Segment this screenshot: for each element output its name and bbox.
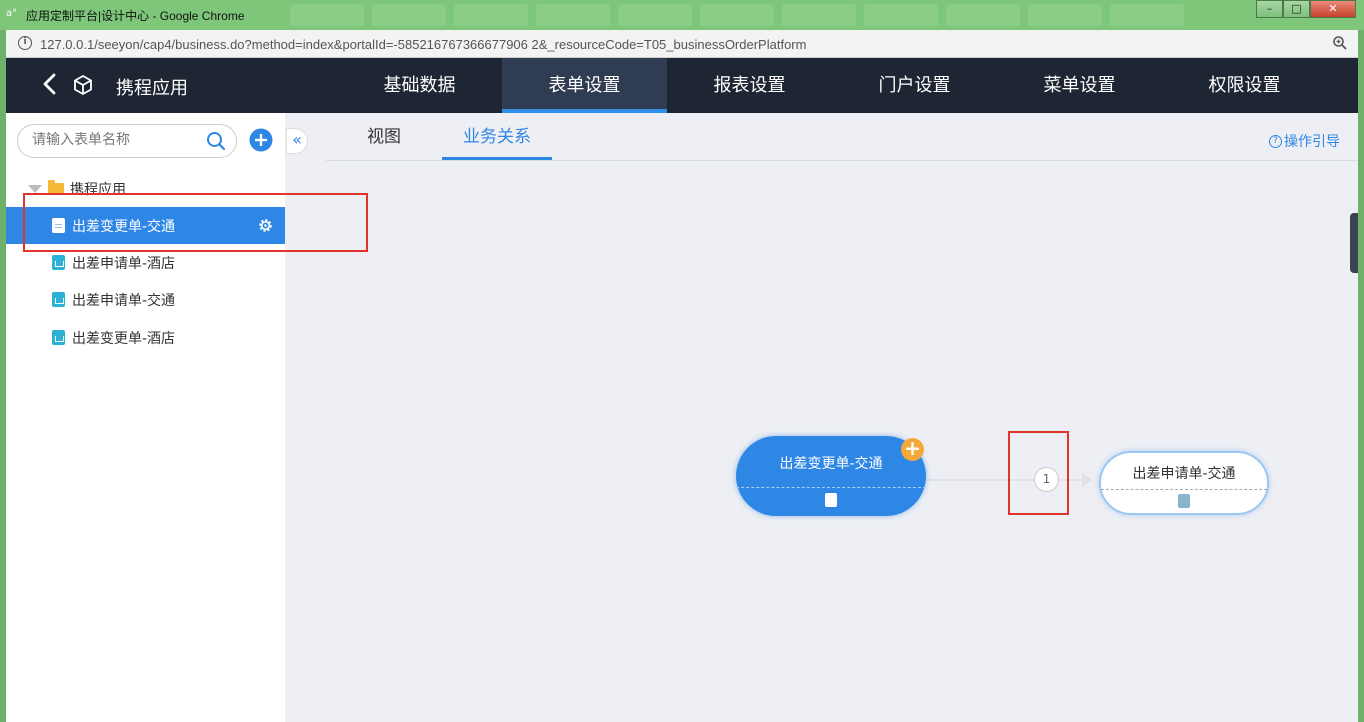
nav-tab-permission-settings[interactable]: 权限设置	[1162, 58, 1327, 113]
form-doc-icon	[52, 255, 65, 270]
highlight-box	[1008, 431, 1069, 515]
background-tab[interactable]	[290, 4, 364, 26]
form-doc-icon	[825, 493, 837, 507]
background-tab[interactable]	[1028, 4, 1102, 26]
node-divider	[1101, 489, 1267, 490]
nav-tab-form-settings[interactable]: 表单设置	[502, 58, 667, 113]
close-icon[interactable]: ✕	[1310, 0, 1356, 18]
background-tab[interactable]	[618, 4, 692, 26]
caret-down-icon[interactable]	[28, 185, 42, 193]
background-tab[interactable]	[946, 4, 1020, 26]
add-form-button[interactable]	[249, 128, 273, 156]
add-relation-button[interactable]: +	[901, 438, 924, 461]
url-text[interactable]: 127.0.0.1/seeyon/cap4/business.do?method…	[40, 37, 806, 52]
highlight-box	[23, 193, 368, 252]
tab-view[interactable]: 视图	[326, 113, 442, 161]
background-tab[interactable]	[864, 4, 938, 26]
background-tab[interactable]	[372, 4, 446, 26]
maximize-icon[interactable]: □	[1283, 0, 1310, 18]
minimize-icon[interactable]: –	[1256, 0, 1283, 18]
window-controls: – □ ✕	[1256, 0, 1356, 18]
search-icon[interactable]	[206, 131, 226, 155]
tree-item[interactable]: 出差变更单-酒店	[6, 319, 285, 356]
tree-item-label: 出差申请单-酒店	[72, 255, 176, 272]
background-tab[interactable]	[454, 4, 528, 26]
target-form-node[interactable]: 出差申请单-交通	[1099, 451, 1269, 515]
back-arrow-icon[interactable]	[40, 72, 60, 100]
tree-item-label: 出差变更单-酒店	[72, 330, 176, 347]
guide-label: 操作引导	[1284, 134, 1340, 150]
collapse-sidebar-button[interactable]: «	[286, 128, 308, 154]
top-nav: 携程应用 基础数据 表单设置 报表设置 门户设置 菜单设置 权限设置	[6, 58, 1358, 113]
tree-item[interactable]: 出差申请单-交通	[6, 281, 285, 318]
address-bar: i 127.0.0.1/seeyon/cap4/business.do?meth…	[6, 30, 1358, 58]
app-root: 携程应用 基础数据 表单设置 报表设置 门户设置 菜单设置 权限设置 携程应用	[6, 58, 1358, 722]
background-tab[interactable]	[700, 4, 774, 26]
nav-tabs: 基础数据 表单设置 报表设置 门户设置 菜单设置 权限设置	[337, 58, 1327, 113]
source-form-node[interactable]: 出差变更单-交通	[736, 436, 926, 516]
search-input[interactable]	[32, 132, 192, 148]
background-tab[interactable]	[536, 4, 610, 26]
nav-tab-menu-settings[interactable]: 菜单设置	[997, 58, 1162, 113]
tab-business-relation[interactable]: 业务关系	[442, 113, 552, 160]
node-label: 出差申请单-交通	[1132, 466, 1236, 482]
nav-tab-report-settings[interactable]: 报表设置	[667, 58, 832, 113]
form-doc-icon	[52, 330, 65, 345]
window-title: 应用定制平台|设计中心 - Google Chrome	[26, 9, 245, 23]
app-title: 携程应用	[116, 78, 188, 99]
operation-guide-link[interactable]: ? 操作引导	[1269, 131, 1340, 151]
zoom-icon[interactable]	[1332, 35, 1348, 55]
search-box	[17, 124, 237, 158]
form-doc-icon	[1178, 494, 1190, 508]
nav-tab-portal-settings[interactable]: 门户设置	[832, 58, 997, 113]
node-divider	[736, 487, 926, 488]
browser-titlebar: a° 应用定制平台|设计中心 - Google Chrome – □ ✕	[0, 0, 1364, 30]
question-icon: ?	[1269, 134, 1282, 148]
background-tab[interactable]	[782, 4, 856, 26]
node-label: 出差变更单-交通	[779, 456, 883, 472]
form-doc-icon	[52, 292, 65, 307]
cube-icon	[72, 74, 94, 100]
background-tab[interactable]	[1110, 4, 1184, 26]
favicon-icon: a°	[6, 8, 18, 19]
scrollbar-handle[interactable]	[1350, 213, 1358, 273]
content-tabs: 视图 业务关系	[326, 113, 1358, 161]
nav-tab-basic-data[interactable]: 基础数据	[337, 58, 502, 113]
info-icon[interactable]: i	[18, 36, 32, 50]
arrow-right-icon	[1082, 472, 1092, 488]
tree-item-label: 出差申请单-交通	[72, 292, 176, 309]
